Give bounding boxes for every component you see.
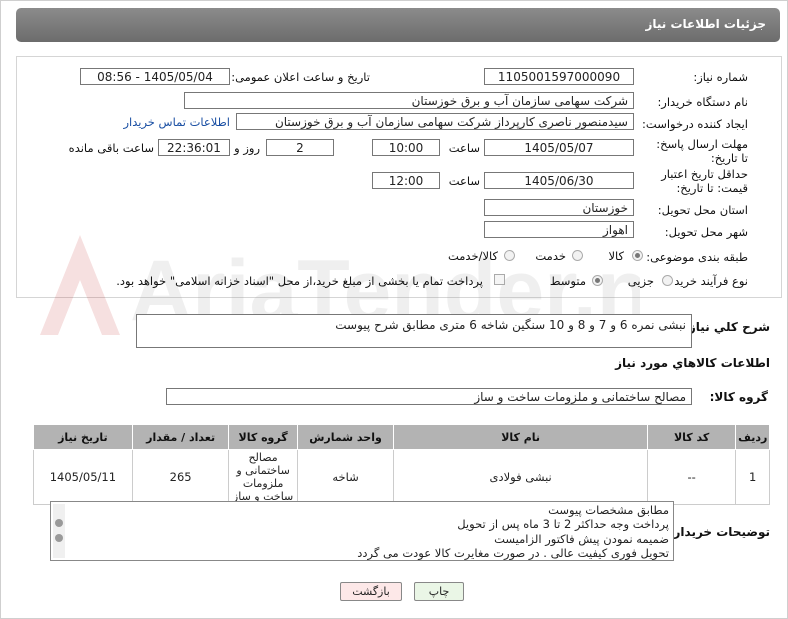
days-field: 2	[266, 139, 334, 156]
print-button[interactable]: چاپ	[414, 582, 464, 601]
process-minor-radio[interactable]	[662, 275, 673, 286]
treasury-payment-checkbox[interactable]	[494, 274, 505, 285]
buyer-notes-text: مطابق مشخصات پیوست پرداخت وجه حداکثر 2 ت…	[357, 503, 669, 560]
contact-info-link[interactable]: اطلاعات تماس خریدار	[123, 115, 230, 129]
deadline-label: مهلت ارسال پاسخ: تا تاریخ:	[656, 137, 748, 165]
col-qty: تعداد / مقدار	[131, 424, 230, 450]
notes-line: پرداخت وجه حداکثر 2 تا 3 ماه پس از تحویل	[457, 517, 669, 532]
scroll-dot-icon	[55, 534, 63, 542]
treasury-payment-note: پرداخت تمام یا بخشی از مبلغ خرید،از محل …	[116, 274, 483, 288]
goods-group-label: گروه کالا:	[709, 390, 768, 404]
goods-table-header: رديف کد کالا نام کالا واحد شمارش گروه کا…	[33, 424, 770, 450]
remaining-time-field: 22:36:01	[158, 139, 230, 156]
notes-line: ضمیمه نمودن پیش فاکتور الزامیست	[494, 531, 669, 546]
description-field: نبشی نمره 6 و 7 و 8 و 10 سنگین شاخه 6 مت…	[136, 314, 692, 348]
buyer-label: نام دستگاه خریدار:	[657, 95, 748, 109]
city-field: اهواز	[484, 221, 634, 238]
notes-scrollbar[interactable]	[53, 504, 65, 558]
row-group: مصالح ساختمانی و ملزومات ساخت و ساز	[228, 449, 298, 505]
remaining-label: ساعت باقی مانده	[68, 141, 154, 155]
process-medium-radio[interactable]	[592, 275, 603, 286]
notes-line: مطابق مشخصات پیوست	[548, 503, 669, 517]
goods-table: رديف کد کالا نام کالا واحد شمارش گروه کا…	[33, 424, 770, 505]
category-both-label: کالا/خدمت	[447, 249, 498, 263]
process-label: نوع فرآیند خرید :	[666, 274, 748, 288]
row-name: نبشی فولادی	[393, 449, 648, 505]
col-index: رديف	[735, 424, 770, 450]
buyer-field: شرکت سهامی سازمان آب و برق خوزستان	[184, 92, 634, 109]
validity-date-field: 1405/06/30	[484, 172, 634, 189]
province-field: خوزستان	[484, 199, 634, 216]
announce-field: 1405/05/04 - 08:56	[80, 68, 230, 85]
row-code: --	[646, 449, 737, 505]
process-medium-label: متوسط	[549, 274, 586, 288]
col-name: نام کالا	[393, 424, 648, 450]
validity-time-label: ساعت	[448, 174, 480, 188]
process-minor-label: جزیی	[627, 274, 654, 288]
category-service-label: خدمت	[535, 249, 566, 263]
table-row: 1 -- نبشی فولادی شاخه مصالح ساختمانی و م…	[33, 449, 770, 505]
creator-field: سیدمنصور ناصری کارپرداز شرکت سهامی سازما…	[236, 113, 634, 130]
announce-label: تاریخ و ساعت اعلان عمومی:	[231, 70, 370, 84]
goods-group-field: مصالح ساختمانی و ملزومات ساخت و ساز	[166, 388, 692, 405]
page-header: جزئیات اطلاعات نیاز	[16, 8, 780, 42]
buyer-notes-box: مطابق مشخصات پیوست پرداخت وجه حداکثر 2 ت…	[50, 501, 674, 561]
col-date: تاريخ نياز	[33, 424, 133, 450]
category-label: طبقه بندی موضوعی:	[646, 250, 748, 264]
row-unit: شاخه	[296, 449, 395, 505]
category-both-radio[interactable]	[504, 250, 515, 261]
city-label: شهر محل تحویل:	[664, 225, 748, 239]
col-group: گروه کالا	[228, 424, 298, 450]
col-unit: واحد شمارش	[296, 424, 395, 450]
validity-label: حداقل تاریخ اعتبار قیمت: تا تاریخ:	[661, 167, 748, 195]
goods-section-title: اطلاعات کالاهاي مورد نياز	[615, 356, 770, 370]
col-code: کد کالا	[646, 424, 737, 450]
notes-line: تحویل فوری کیفیت عالی . در صورت مغایرت ک…	[357, 545, 669, 560]
scroll-thumb-icon[interactable]	[55, 519, 63, 527]
deadline-date-field: 1405/05/07	[484, 139, 634, 156]
deadline-time-field: 10:00	[372, 139, 440, 156]
back-button[interactable]: بازگشت	[340, 582, 402, 601]
description-label: شرح کلي نياز:	[684, 320, 770, 334]
need-number-label: شماره نیاز:	[693, 70, 748, 84]
row-index: 1	[735, 449, 770, 505]
province-label: استان محل تحویل:	[657, 203, 748, 217]
row-qty: 265	[131, 449, 230, 505]
row-date: 1405/05/11	[33, 449, 133, 505]
buyer-notes-label: توضیحات خریدار:	[668, 525, 770, 539]
category-goods-radio[interactable]	[632, 250, 643, 261]
deadline-time-label: ساعت	[448, 141, 480, 155]
category-service-radio[interactable]	[572, 250, 583, 261]
days-label: روز و	[234, 141, 260, 155]
creator-label: ایجاد کننده درخواست:	[642, 117, 748, 131]
need-number-field: 1105001597000090	[484, 68, 634, 85]
validity-time-field: 12:00	[372, 172, 440, 189]
page-title: جزئیات اطلاعات نیاز	[645, 17, 766, 31]
category-goods-label: کالا	[608, 249, 624, 263]
